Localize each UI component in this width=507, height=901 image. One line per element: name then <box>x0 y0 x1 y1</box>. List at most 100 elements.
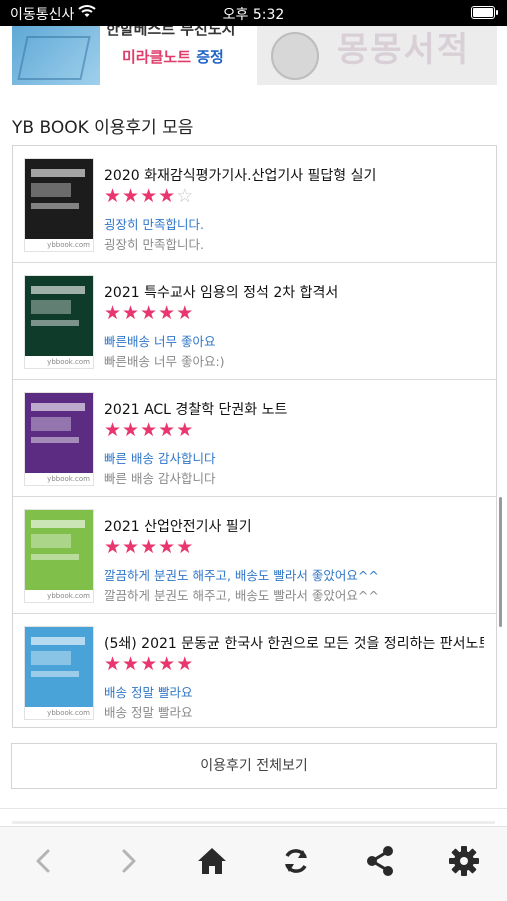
cover-art <box>31 651 71 665</box>
cover-art <box>31 520 85 528</box>
book-thumbnail[interactable]: ybbook.com <box>24 509 94 603</box>
cover-art <box>31 554 79 560</box>
divider <box>12 821 495 824</box>
star-icon: ★ <box>140 185 159 207</box>
scrollbar[interactable] <box>499 497 502 627</box>
star-icon: ★ <box>176 536 195 558</box>
cover-art <box>31 534 71 548</box>
star-icon: ★ <box>176 302 195 324</box>
star-icon: ★ <box>122 419 141 441</box>
star-rating: ★★★★★ <box>104 418 194 442</box>
status-bar: 이동통신사 오후 5:32 <box>0 0 507 26</box>
cover-art <box>31 671 79 677</box>
gear-icon[interactable] <box>444 841 484 881</box>
mascot-icon <box>271 32 319 80</box>
star-icon: ★ <box>122 653 141 675</box>
book-thumbnail[interactable]: ybbook.com <box>24 626 94 720</box>
star-icon: ★ <box>104 536 123 558</box>
star-rating: ★★★★★ <box>104 535 194 559</box>
review-book-title[interactable]: 2021 산업안전기사 필기 <box>104 516 484 536</box>
thumbnail-site-tag: ybbook.com <box>25 239 93 251</box>
view-all-reviews-button[interactable]: 이용후기 전체보기 <box>11 743 497 789</box>
star-icon: ★ <box>158 536 177 558</box>
review-body: 빠른 배송 감사합니다 <box>104 471 216 486</box>
star-icon: ★ <box>104 419 123 441</box>
book-cover-image <box>12 26 100 85</box>
divider <box>0 808 507 809</box>
cover-art <box>31 437 79 443</box>
thumbnail-site-tag: ybbook.com <box>25 590 93 602</box>
cover-art <box>31 169 85 177</box>
book-thumbnail[interactable]: ybbook.com <box>24 158 94 252</box>
cover-art <box>31 183 71 197</box>
review-list: ybbook.com 2020 화재감식평가기사.산업기사 필답형 실기 ★★★★☆… <box>12 145 497 728</box>
star-rating: ★★★★☆ <box>104 184 194 208</box>
star-icon: ☆ <box>176 185 195 207</box>
star-icon: ★ <box>158 419 177 441</box>
book-thumbnail[interactable]: ybbook.com <box>24 275 94 369</box>
review-headline[interactable]: 빠른배송 너무 좋아요 <box>104 331 215 350</box>
refresh-icon[interactable] <box>276 841 316 881</box>
review-book-title[interactable]: 2021 특수교사 임용의 정석 2차 합격서 <box>104 282 484 302</box>
star-icon: ★ <box>140 536 159 558</box>
review-body: 깔끔하게 분권도 해주고, 배송도 빨라서 좋았어요^^ <box>104 588 379 603</box>
banner-gift-text: 미라클노트 증정 <box>122 46 224 67</box>
promo-banner-miracle-note[interactable]: 한할베스트 무진도시 미라클노트 증정 <box>12 26 250 85</box>
star-icon: ★ <box>158 185 177 207</box>
star-icon: ★ <box>104 653 123 675</box>
review-item[interactable]: ybbook.com (5쇄) 2021 문동균 한국사 한권으로 모든 것을 정… <box>13 614 496 727</box>
review-book-title[interactable]: 2020 화재감식평가기사.산업기사 필답형 실기 <box>104 165 484 185</box>
review-item[interactable]: ybbook.com 2021 ACL 경찰학 단권화 노트 ★★★★★ 빠른 배송 … <box>13 380 496 497</box>
status-time: 오후 5:32 <box>222 7 285 23</box>
review-body: 빠른배송 너무 좋아요:) <box>104 354 225 369</box>
review-book-title[interactable]: 2021 ACL 경찰학 단권화 노트 <box>104 399 484 419</box>
bottom-toolbar <box>0 826 507 901</box>
star-icon: ★ <box>140 302 159 324</box>
star-icon: ★ <box>176 419 195 441</box>
star-icon: ★ <box>122 536 141 558</box>
star-icon: ★ <box>122 185 141 207</box>
review-headline[interactable]: 빠른 배송 감사합니다 <box>104 448 215 467</box>
star-icon: ★ <box>176 653 195 675</box>
cover-art <box>31 320 79 326</box>
review-headline[interactable]: 깔끔하게 분권도 해주고, 배송도 빨라서 좋았어요^^ <box>104 565 379 584</box>
book-thumbnail[interactable]: ybbook.com <box>24 392 94 486</box>
star-icon: ★ <box>158 653 177 675</box>
review-headline[interactable]: 굉장히 만족합니다. <box>104 214 204 233</box>
section-title: YB BOOK 이용후기 모음 <box>12 118 194 138</box>
cover-art <box>31 403 85 411</box>
thumbnail-site-tag: ybbook.com <box>25 356 93 368</box>
star-rating: ★★★★★ <box>104 301 194 325</box>
banner-brand-text: 몽몽서적 <box>337 30 471 70</box>
chevron-left-icon[interactable] <box>24 841 64 881</box>
cover-art <box>31 286 85 294</box>
cover-art <box>31 300 71 314</box>
review-item[interactable]: ybbook.com 2021 산업안전기사 필기 ★★★★★ 깔끔하게 분권도 해주… <box>13 497 496 614</box>
chevron-right-icon[interactable] <box>108 841 148 881</box>
star-icon: ★ <box>158 302 177 324</box>
cover-art <box>31 417 71 431</box>
promo-banners: 한할베스트 무진도시 미라클노트 증정 몽몽서적 <box>12 26 497 85</box>
banner-gift-label: 증정 <box>196 48 224 66</box>
star-rating: ★★★★★ <box>104 652 194 676</box>
review-body: 굉장히 만족합니다. <box>104 237 204 252</box>
thumbnail-site-tag: ybbook.com <box>25 473 93 485</box>
star-icon: ★ <box>140 419 159 441</box>
review-body: 배송 정말 빨라요 <box>104 705 193 720</box>
share-icon[interactable] <box>360 841 400 881</box>
thumbnail-site-tag: ybbook.com <box>25 707 93 719</box>
review-book-title[interactable]: (5쇄) 2021 문동균 한국사 한권으로 모든 것을 정리하는 판서노트(… <box>104 633 484 653</box>
star-icon: ★ <box>140 653 159 675</box>
cover-art <box>31 203 79 209</box>
promo-banner-mongmong[interactable]: 몽몽서적 <box>257 26 497 85</box>
home-icon[interactable] <box>192 841 232 881</box>
star-icon: ★ <box>104 302 123 324</box>
star-icon: ★ <box>104 185 123 207</box>
review-headline[interactable]: 배송 정말 빨라요 <box>104 682 192 701</box>
cover-art <box>31 637 85 645</box>
review-item[interactable]: ybbook.com 2020 화재감식평가기사.산업기사 필답형 실기 ★★★★☆… <box>13 146 496 263</box>
banner-gift-item: 미라클노트 <box>122 48 192 66</box>
banner-headline: 한할베스트 무진도시 <box>106 26 236 38</box>
star-icon: ★ <box>122 302 141 324</box>
review-item[interactable]: ybbook.com 2021 특수교사 임용의 정석 2차 합격서 ★★★★★ 빠른… <box>13 263 496 380</box>
